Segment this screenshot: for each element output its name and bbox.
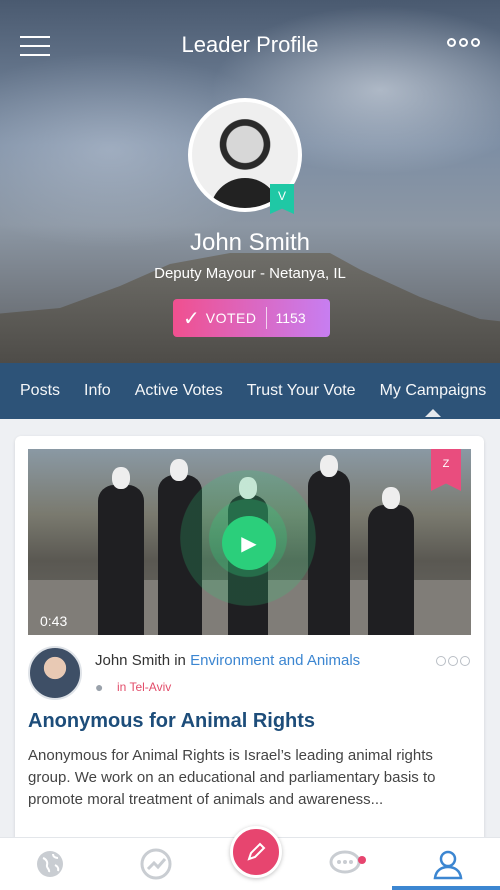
video-figure bbox=[368, 505, 414, 635]
divider bbox=[265, 307, 267, 329]
play-icon[interactable]: ▶ bbox=[222, 516, 276, 570]
bookmark-badge-icon[interactable]: Z bbox=[431, 449, 461, 491]
globe-icon[interactable] bbox=[30, 844, 70, 884]
video-thumbnail[interactable]: ▶ 0:43 Z bbox=[28, 449, 471, 635]
chat-icon[interactable] bbox=[326, 844, 366, 884]
author-name[interactable]: John Smith bbox=[95, 652, 170, 669]
active-tab-indicator bbox=[392, 886, 500, 890]
profile-icon[interactable] bbox=[428, 844, 468, 884]
video-duration: 0:43 bbox=[40, 613, 68, 629]
author-avatar[interactable] bbox=[28, 646, 82, 700]
post-body: Anonymous for Animal Rights is Israel’s … bbox=[28, 747, 436, 808]
page-title: Leader Profile bbox=[181, 32, 319, 57]
location-pin-icon: ● bbox=[95, 679, 104, 695]
category-link[interactable]: Environment and Animals bbox=[190, 652, 360, 669]
compose-icon[interactable] bbox=[230, 826, 282, 878]
card-more-icon[interactable] bbox=[436, 656, 470, 666]
trending-icon[interactable] bbox=[136, 844, 176, 884]
tab-trust-your-vote[interactable]: Trust Your Vote bbox=[247, 382, 356, 400]
video-mask bbox=[170, 459, 188, 481]
leader-name: John Smith bbox=[189, 229, 311, 256]
author-line: John Smith in Environment and Animals bbox=[95, 652, 360, 669]
profile-tabs: Posts Info Active Votes Trust Your Vote … bbox=[0, 363, 500, 419]
video-mask bbox=[112, 467, 130, 489]
post-title[interactable]: Anonymous for Animal Rights bbox=[28, 710, 315, 733]
vote-count: 1153 bbox=[275, 310, 306, 326]
tab-active-votes[interactable]: Active Votes bbox=[135, 382, 223, 400]
more-dots-icon[interactable] bbox=[447, 38, 480, 47]
notification-dot bbox=[358, 856, 366, 864]
video-mask bbox=[382, 487, 400, 509]
voted-label: VOTED bbox=[205, 310, 257, 326]
check-icon: ✓ bbox=[183, 307, 200, 330]
video-figure bbox=[98, 485, 144, 635]
tab-posts[interactable]: Posts bbox=[20, 382, 60, 400]
in-word: in bbox=[174, 652, 186, 669]
leader-role: Deputy Mayour - Netanya, IL bbox=[154, 265, 346, 282]
video-mask bbox=[320, 455, 338, 477]
campaign-card[interactable]: ▶ 0:43 Z John Smith in Environment and A… bbox=[15, 436, 484, 856]
location-text: in Tel-Aviv bbox=[117, 680, 172, 694]
tab-info[interactable]: Info bbox=[84, 382, 111, 400]
voted-button[interactable]: ✓ VOTED 1153 bbox=[173, 299, 330, 337]
tab-my-campaigns[interactable]: My Campaigns bbox=[380, 382, 486, 417]
post-location: ● in Tel-Aviv bbox=[95, 680, 171, 694]
